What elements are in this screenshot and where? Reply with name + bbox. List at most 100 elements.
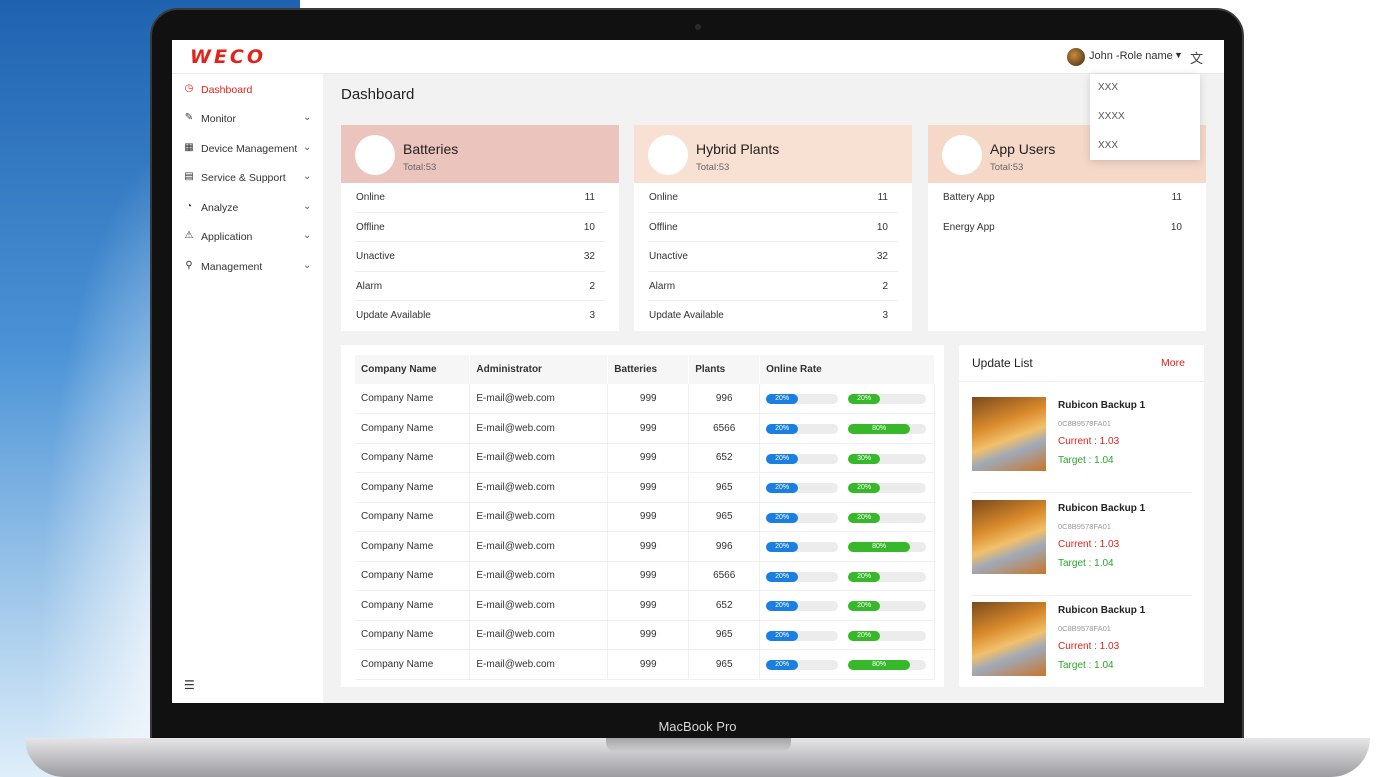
online-rate-cell: 20% 20% <box>759 502 935 532</box>
stat-row[interactable]: Energy App 10 <box>942 213 1192 243</box>
online-rate-bar-blue: 20% <box>766 424 839 434</box>
sidebar: ◷ Dashboard ✎ Monitor ⌄ ▦ Device Managem… <box>172 74 323 703</box>
stat-row[interactable]: Offline 10 <box>355 213 605 242</box>
stat-value: 11 <box>584 192 595 203</box>
grid-icon: ▦ <box>184 142 194 153</box>
plants-cell: 965 <box>688 472 761 503</box>
table-row[interactable]: Company Name E-mail@web.com 999 6566 20% 20% <box>355 561 935 591</box>
table-row[interactable]: Company Name E-mail@web.com 999 965 20% 20% <box>355 620 935 650</box>
more-link[interactable]: More <box>1161 357 1185 369</box>
stat-label: Battery App <box>943 192 995 203</box>
sidebar-item-dashboard[interactable]: ◷ Dashboard <box>172 78 323 104</box>
table-row[interactable]: Company Name E-mail@web.com 999 6566 20% 80% <box>355 413 935 444</box>
stat-row[interactable]: Offline 10 <box>648 213 898 242</box>
logo[interactable]: WECO <box>190 46 266 68</box>
card-icon <box>355 135 395 175</box>
update-id: 0C8B9578FA01 <box>1058 522 1111 531</box>
stat-row[interactable]: Update Available 3 <box>355 301 605 331</box>
table-row[interactable]: Company Name E-mail@web.com 999 652 20% 20% <box>355 590 935 621</box>
table-row[interactable]: Company Name E-mail@web.com 999 965 20% 80% <box>355 649 935 680</box>
stat-label: Offline <box>356 221 385 233</box>
chevron-down-icon: ⌄ <box>303 112 312 123</box>
stat-row[interactable]: Unactive 32 <box>355 242 605 272</box>
avatar[interactable] <box>1067 48 1085 66</box>
online-rate-bar-blue: 20% <box>766 630 839 641</box>
table-row[interactable]: Company Name E-mail@web.com 999 965 20% 20% <box>355 502 935 532</box>
batteries-cell: 999 <box>607 590 690 621</box>
administrator-cell: E-mail@web.com <box>469 590 609 621</box>
table-row[interactable]: Company Name E-mail@web.com 999 965 20% 20% <box>355 472 935 503</box>
stat-row[interactable]: Update Available 3 <box>648 301 898 331</box>
table-row[interactable]: Company Name E-mail@web.com 999 996 20% 20% <box>355 384 935 414</box>
stat-value: 3 <box>882 310 888 321</box>
table-row[interactable]: Company Name E-mail@web.com 999 652 20% 30% <box>355 443 935 473</box>
stat-row[interactable]: Online 11 <box>355 183 605 213</box>
progress-fill: 20% <box>766 630 799 641</box>
sidebar-item-label: Monitor <box>201 113 237 125</box>
stat-row[interactable]: Alarm 2 <box>355 272 605 301</box>
online-rate-bar-blue: 20% <box>766 660 839 670</box>
update-thumbnail <box>972 602 1046 676</box>
translate-icon[interactable]: 文 <box>1190 48 1203 67</box>
plants-cell: 996 <box>688 384 761 414</box>
online-rate-bar-blue: 20% <box>766 542 839 552</box>
progress-fill: 20% <box>848 571 881 582</box>
stat-value: 32 <box>583 251 595 262</box>
stat-label: Energy App <box>943 221 995 233</box>
stat-label: Online <box>356 192 385 203</box>
dropdown-item[interactable]: XXXX <box>1090 103 1200 132</box>
table-row[interactable]: Company Name E-mail@web.com 999 996 20% 80% <box>355 531 935 562</box>
company-table: Company Name Administrator Batteries Pla… <box>355 355 935 680</box>
sidebar-item-application[interactable]: ⚠ Application ⌄ <box>172 225 323 251</box>
online-rate-cell: 20% 80% <box>759 649 935 680</box>
stat-label: Unactive <box>356 251 395 262</box>
top-bar: WECO John -Role name ▼ 文 <box>172 40 1224 74</box>
column-header[interactable]: Administrator <box>469 355 609 384</box>
column-header[interactable]: Plants <box>688 355 761 384</box>
stat-value: 10 <box>1170 221 1182 233</box>
camera-icon <box>695 24 701 30</box>
card-icon <box>942 135 982 175</box>
dropdown-item[interactable]: XXX <box>1090 74 1200 103</box>
update-item[interactable]: Rubicon Backup 1 0C8B9578FA01 Current : … <box>972 500 1192 596</box>
sidebar-item-service-support[interactable]: ▤ Service & Support ⌄ <box>172 166 323 192</box>
column-header[interactable]: Batteries <box>607 355 690 384</box>
plants-cell: 965 <box>688 649 761 680</box>
plants-cell: 6566 <box>688 413 761 444</box>
sidebar-item-analyze[interactable]: ◔ Analyze ⌄ <box>172 196 323 222</box>
online-rate-cell: 20% 20% <box>759 561 935 591</box>
stat-row[interactable]: Battery App 11 <box>942 183 1192 213</box>
update-id: 0C8B9578FA01 <box>1058 624 1111 633</box>
user-name[interactable]: John -Role name <box>1089 50 1173 62</box>
online-rate-bar-green: 80% <box>848 542 927 552</box>
sidebar-item-device-management[interactable]: ▦ Device Management ⌄ <box>172 137 323 163</box>
sidebar-item-monitor[interactable]: ✎ Monitor ⌄ <box>172 107 323 133</box>
column-header[interactable]: Company Name <box>355 355 471 384</box>
company-name-cell: Company Name <box>355 561 471 591</box>
stat-value: 11 <box>1171 192 1182 203</box>
edit-icon: ✎ <box>184 112 194 123</box>
batteries-cell: 999 <box>607 413 690 444</box>
update-item[interactable]: Rubicon Backup 1 0C8B9578FA01 Current : … <box>972 397 1192 493</box>
stat-label: Update Available <box>649 310 724 321</box>
caret-down-icon[interactable]: ▼ <box>1174 50 1183 60</box>
stat-row[interactable]: Unactive 32 <box>648 242 898 272</box>
dropdown-item[interactable]: XXX <box>1090 132 1200 161</box>
plants-cell: 965 <box>688 502 761 532</box>
progress-fill: 20% <box>766 453 799 464</box>
stat-value: 2 <box>882 280 888 292</box>
update-id: 0C8B9578FA01 <box>1058 419 1111 428</box>
progress-fill: 20% <box>848 483 881 493</box>
progress-fill: 20% <box>766 601 799 611</box>
online-rate-cell: 20% 30% <box>759 443 935 473</box>
sidebar-item-management[interactable]: ⚲ Management ⌄ <box>172 255 323 281</box>
card-total: Total:53 <box>990 162 1024 173</box>
plants-cell: 965 <box>688 620 761 650</box>
update-target-version: Target : 1.04 <box>1058 660 1114 671</box>
stat-row[interactable]: Alarm 2 <box>648 272 898 301</box>
page-title: Dashboard <box>341 86 415 103</box>
stat-row[interactable]: Online 11 <box>648 183 898 213</box>
collapse-menu-icon[interactable]: ☰ <box>184 678 195 692</box>
column-header[interactable]: Online Rate <box>759 355 935 384</box>
update-item[interactable]: Rubicon Backup 1 0C8B9578FA01 Current : … <box>972 602 1192 698</box>
